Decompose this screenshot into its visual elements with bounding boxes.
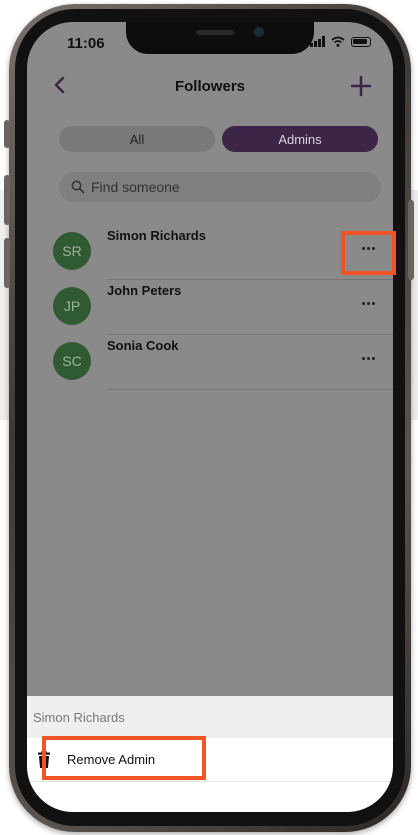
phone-volume-down-button	[4, 238, 10, 288]
phone-notch	[126, 22, 314, 54]
tab-admins[interactable]: Admins	[222, 126, 378, 152]
action-sheet-title: Simon Richards	[27, 696, 393, 738]
tab-all[interactable]: All	[59, 126, 215, 152]
phone-volume-up-button	[4, 175, 10, 225]
search-placeholder: Find someone	[91, 179, 180, 195]
follower-name: Sonia Cook	[107, 338, 179, 353]
more-options-icon[interactable]	[355, 348, 381, 368]
highlight-remove-admin	[42, 736, 206, 780]
wifi-icon	[331, 36, 345, 47]
search-icon	[71, 180, 85, 194]
phone-power-button	[408, 200, 414, 280]
page-title: Followers	[174, 78, 245, 95]
follower-name: Simon Richards	[107, 228, 206, 243]
list-item[interactable]: SC Sonia Cook	[27, 334, 393, 390]
phone-screen: 11:06 Followers All Admins Find someone …	[27, 22, 393, 812]
front-camera	[254, 27, 264, 37]
follower-name: John Peters	[107, 283, 182, 298]
list-item[interactable]: SR Simon Richards	[27, 224, 393, 280]
avatar: SR	[53, 232, 91, 270]
status-time: 11:06	[67, 35, 105, 52]
avatar: SC	[53, 342, 91, 380]
status-icons	[310, 36, 371, 47]
avatar: JP	[53, 287, 91, 325]
highlight-more-options	[341, 231, 396, 275]
search-input[interactable]: Find someone	[59, 172, 381, 202]
add-icon[interactable]	[349, 74, 373, 98]
divider	[107, 389, 393, 390]
phone-side-button	[4, 120, 10, 148]
list-item[interactable]: JP John Peters	[27, 279, 393, 335]
speaker-grille	[196, 30, 234, 35]
battery-icon	[351, 36, 371, 47]
more-options-icon[interactable]	[355, 293, 381, 313]
